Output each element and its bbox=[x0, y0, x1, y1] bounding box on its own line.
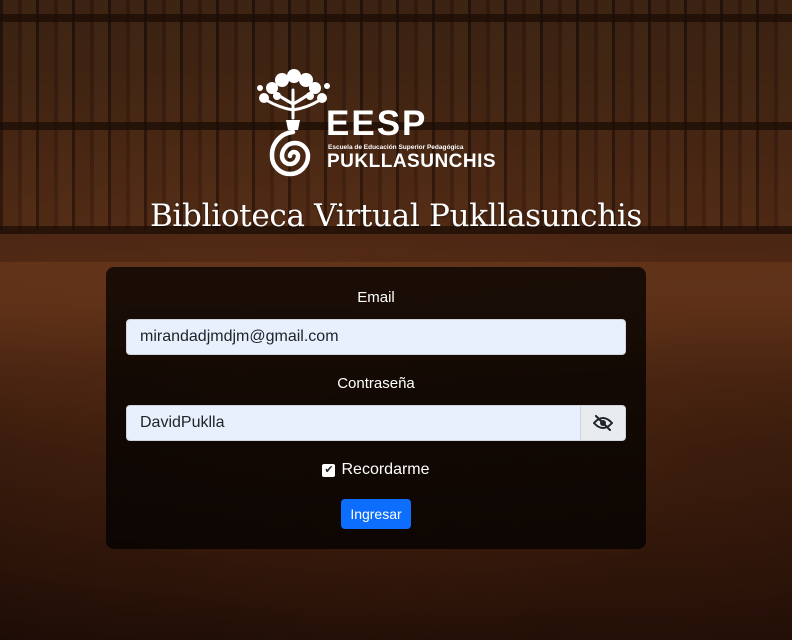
logo-name: PUKLLASUNCHIS bbox=[327, 151, 497, 172]
toggle-password-button[interactable] bbox=[580, 405, 626, 441]
logo-subtitle: Escuela de Educación Superior Pedagógica bbox=[328, 144, 464, 151]
tree-spiral-icon bbox=[257, 69, 330, 177]
login-card: Email Contraseña ✔ Recordarme Ingresar bbox=[106, 267, 646, 549]
password-label: Contraseña bbox=[337, 375, 415, 392]
remember-me[interactable]: ✔ Recordarme bbox=[106, 461, 646, 479]
logo-acronym: EESP bbox=[326, 104, 428, 143]
password-group bbox=[126, 405, 626, 441]
email-label: Email bbox=[357, 289, 395, 306]
page-title: Biblioteca Virtual Pukllasunchis bbox=[149, 198, 643, 234]
school-logo: EESP Escuela de Educación Superior Pedag… bbox=[252, 68, 502, 183]
email-field[interactable] bbox=[126, 319, 626, 355]
remember-label: Recordarme bbox=[341, 461, 430, 478]
remember-checkbox[interactable]: ✔ bbox=[322, 463, 336, 477]
password-field[interactable] bbox=[126, 405, 581, 441]
eye-slash-icon bbox=[593, 415, 613, 431]
login-button[interactable]: Ingresar bbox=[341, 499, 411, 529]
